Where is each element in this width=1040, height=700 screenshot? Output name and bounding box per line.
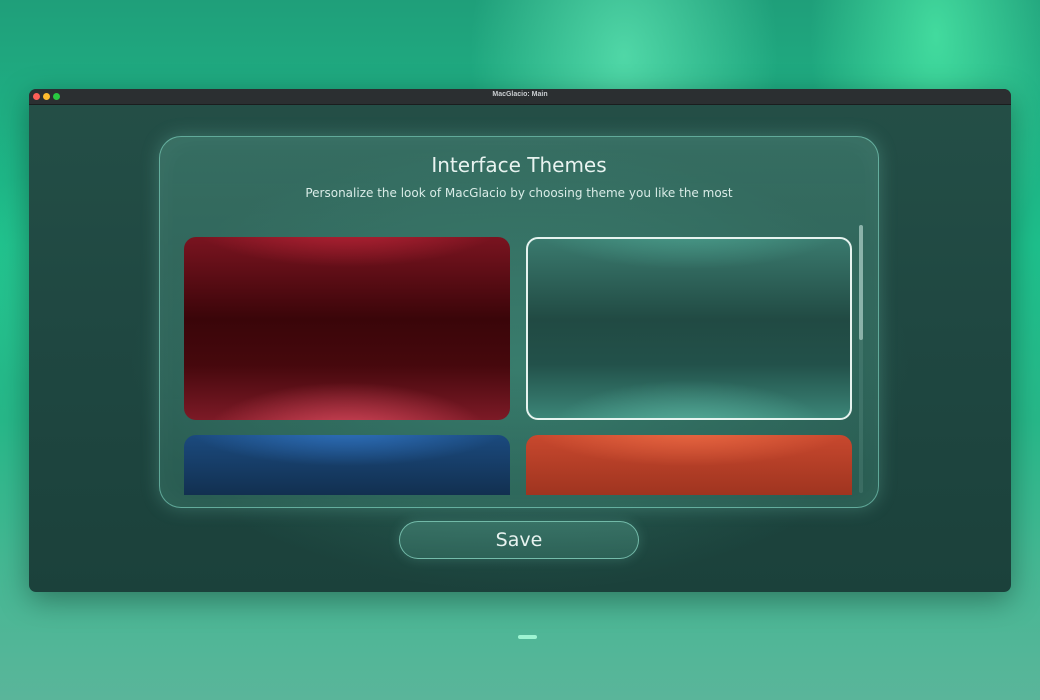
app-window: MacGlacio: Main Interface Themes Persona… — [29, 89, 1011, 592]
themes-panel: Interface Themes Personalize the look of… — [159, 136, 879, 508]
theme-card-orange[interactable] — [526, 435, 852, 495]
theme-grid-scrollbar[interactable] — [859, 225, 863, 493]
save-button[interactable]: Save — [399, 521, 639, 559]
theme-card-glacier-selected[interactable] — [526, 237, 852, 420]
theme-card-red[interactable] — [184, 237, 510, 420]
scrollbar-thumb[interactable] — [859, 225, 863, 340]
theme-grid — [184, 237, 856, 495]
title-bar[interactable]: MacGlacio: Main — [29, 89, 1011, 105]
theme-card-blue[interactable] — [184, 435, 510, 495]
page-indicator[interactable] — [518, 635, 537, 639]
panel-subtitle: Personalize the look of MacGlacio by cho… — [305, 186, 733, 200]
window-title: MacGlacio: Main — [492, 91, 548, 98]
panel-title: Interface Themes — [431, 153, 607, 177]
